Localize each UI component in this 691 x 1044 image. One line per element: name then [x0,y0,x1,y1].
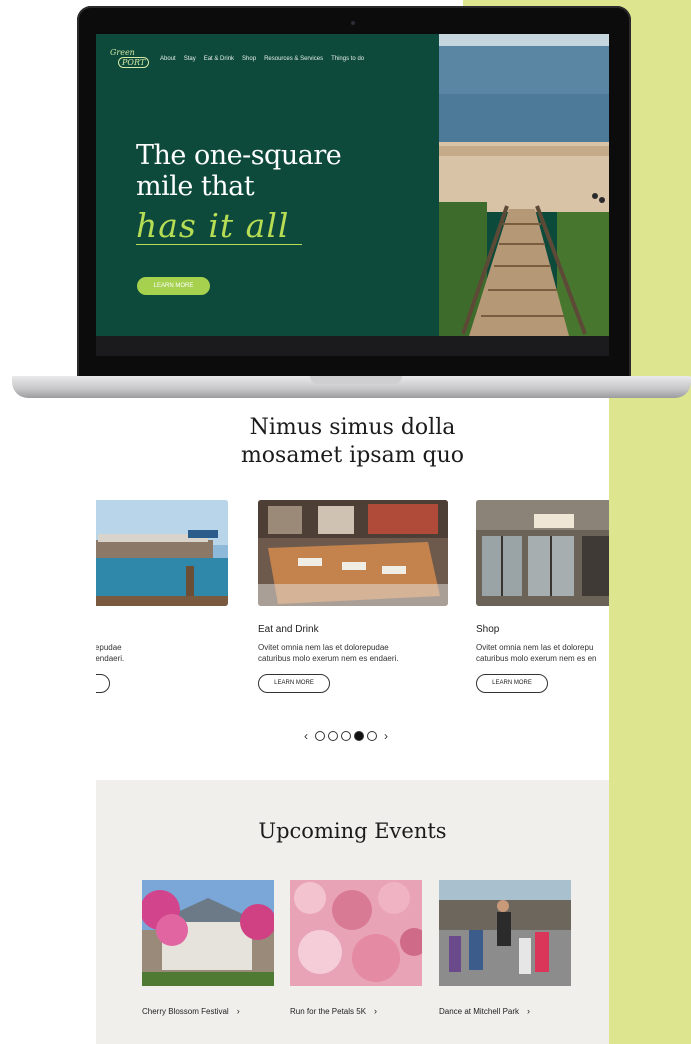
hero-title-line-1: The one-square [136,140,342,171]
dance-park-photo [439,880,571,986]
event-card[interactable]: Run for the Petals 5K › [290,880,428,1016]
card-description-line-2: caturibus molo exerum nem es en [476,654,597,663]
card-learn-more-button[interactable]: LEARN MORE [258,674,330,693]
hero-title-line-2: mile that [136,171,255,202]
hero-section: Green PORT About Stay Eat & Drink Shop R… [96,34,439,336]
chevron-right-icon: › [527,1006,531,1016]
section-title-line-2: mosamet ipsam quo [240,443,465,468]
card-description-line-2: exerum nem es endaeri. [96,654,125,663]
hero-title: The one-square mile that [136,140,342,202]
card-title: Shop [476,624,500,635]
carousel-dot[interactable] [341,731,351,741]
event-label-text: Dance at Mitchell Park [439,1007,520,1016]
carousel-dot-active[interactable] [354,731,364,741]
cherry-blossom-house-photo [140,880,276,986]
card-description-line-2: caturibus molo exerum nem es endaeri. [258,654,399,663]
carousel-dot[interactable] [315,731,325,741]
chevron-right-icon: › [374,1006,378,1016]
chevron-right-icon: › [236,1006,240,1016]
event-label[interactable]: Run for the Petals 5K › [290,1006,377,1016]
hero-learn-more-button[interactable]: LEARN MORE [137,277,210,295]
event-label-text: Run for the Petals 5K [290,1007,367,1016]
chevron-right-icon[interactable]: › [380,729,392,743]
camera-dot [351,21,355,25]
main-nav: About Stay Eat & Drink Shop Resources & … [160,56,364,62]
card-title: Eat and Drink [258,624,319,635]
pink-blossoms-photo [290,880,428,986]
card-description-line-1: Ovitet omnia nem las et dolorepudae [258,643,389,652]
carousel-dot[interactable] [328,731,338,741]
chevron-left-icon[interactable]: ‹ [300,729,312,743]
carousel-dot[interactable] [367,731,377,741]
upcoming-events-section: Upcoming Events Cherry Blossom Festival › [96,780,609,1044]
logo-line-2: PORT [118,57,150,68]
card-description-line-1: nem las et dolorepudae [96,643,122,652]
event-label[interactable]: Cherry Blossom Festival › [142,1006,240,1016]
category-card[interactable]: nem las et dolorepudae exerum nem es end… [96,500,228,693]
event-card[interactable]: Dance at Mitchell Park › [439,880,571,1016]
events-title: Upcoming Events [258,819,447,843]
card-learn-more-button[interactable]: LEARN MORE [476,674,548,693]
event-card[interactable]: Cherry Blossom Festival › [140,880,276,1016]
category-card-eat-drink[interactable]: Eat and Drink Ovitet omnia nem las et do… [258,500,448,693]
event-label[interactable]: Dance at Mitchell Park › [439,1006,530,1016]
hero-script-title: has it all [136,206,290,245]
nav-item-about[interactable]: About [160,56,176,62]
harbor-photo [96,500,228,606]
nav-item-things-to-do[interactable]: Things to do [331,56,364,62]
logo-line-1: Green [110,48,135,57]
nav-item-shop[interactable]: Shop [242,56,256,62]
category-card-shop[interactable]: Shop Ovitet omnia nem las et dolorepu ca… [476,500,609,693]
storefront-photo [476,500,609,606]
restaurant-photo [258,500,448,606]
nav-item-resources[interactable]: Resources & Services [264,56,323,62]
hero-beach-boardwalk-photo [439,34,609,336]
page-content: Nimus simus dolla mosamet ipsam quo nem … [96,398,609,1044]
laptop-notch [310,376,402,384]
section-title-line-1: Nimus simus dolla [249,415,456,440]
hero-underline [136,244,302,245]
nav-item-eat-drink[interactable]: Eat & Drink [204,56,234,62]
screen-bezel-bottom [96,336,609,356]
event-label-text: Cherry Blossom Festival [142,1007,229,1016]
laptop-screen: Green PORT About Stay Eat & Drink Shop R… [96,34,609,336]
nav-item-stay[interactable]: Stay [184,56,196,62]
card-learn-more-button[interactable] [96,674,110,693]
site-logo[interactable]: Green PORT [110,48,150,70]
card-description-line-1: Ovitet omnia nem las et dolorepu [476,643,594,652]
carousel-pager: ‹ › [300,729,392,743]
